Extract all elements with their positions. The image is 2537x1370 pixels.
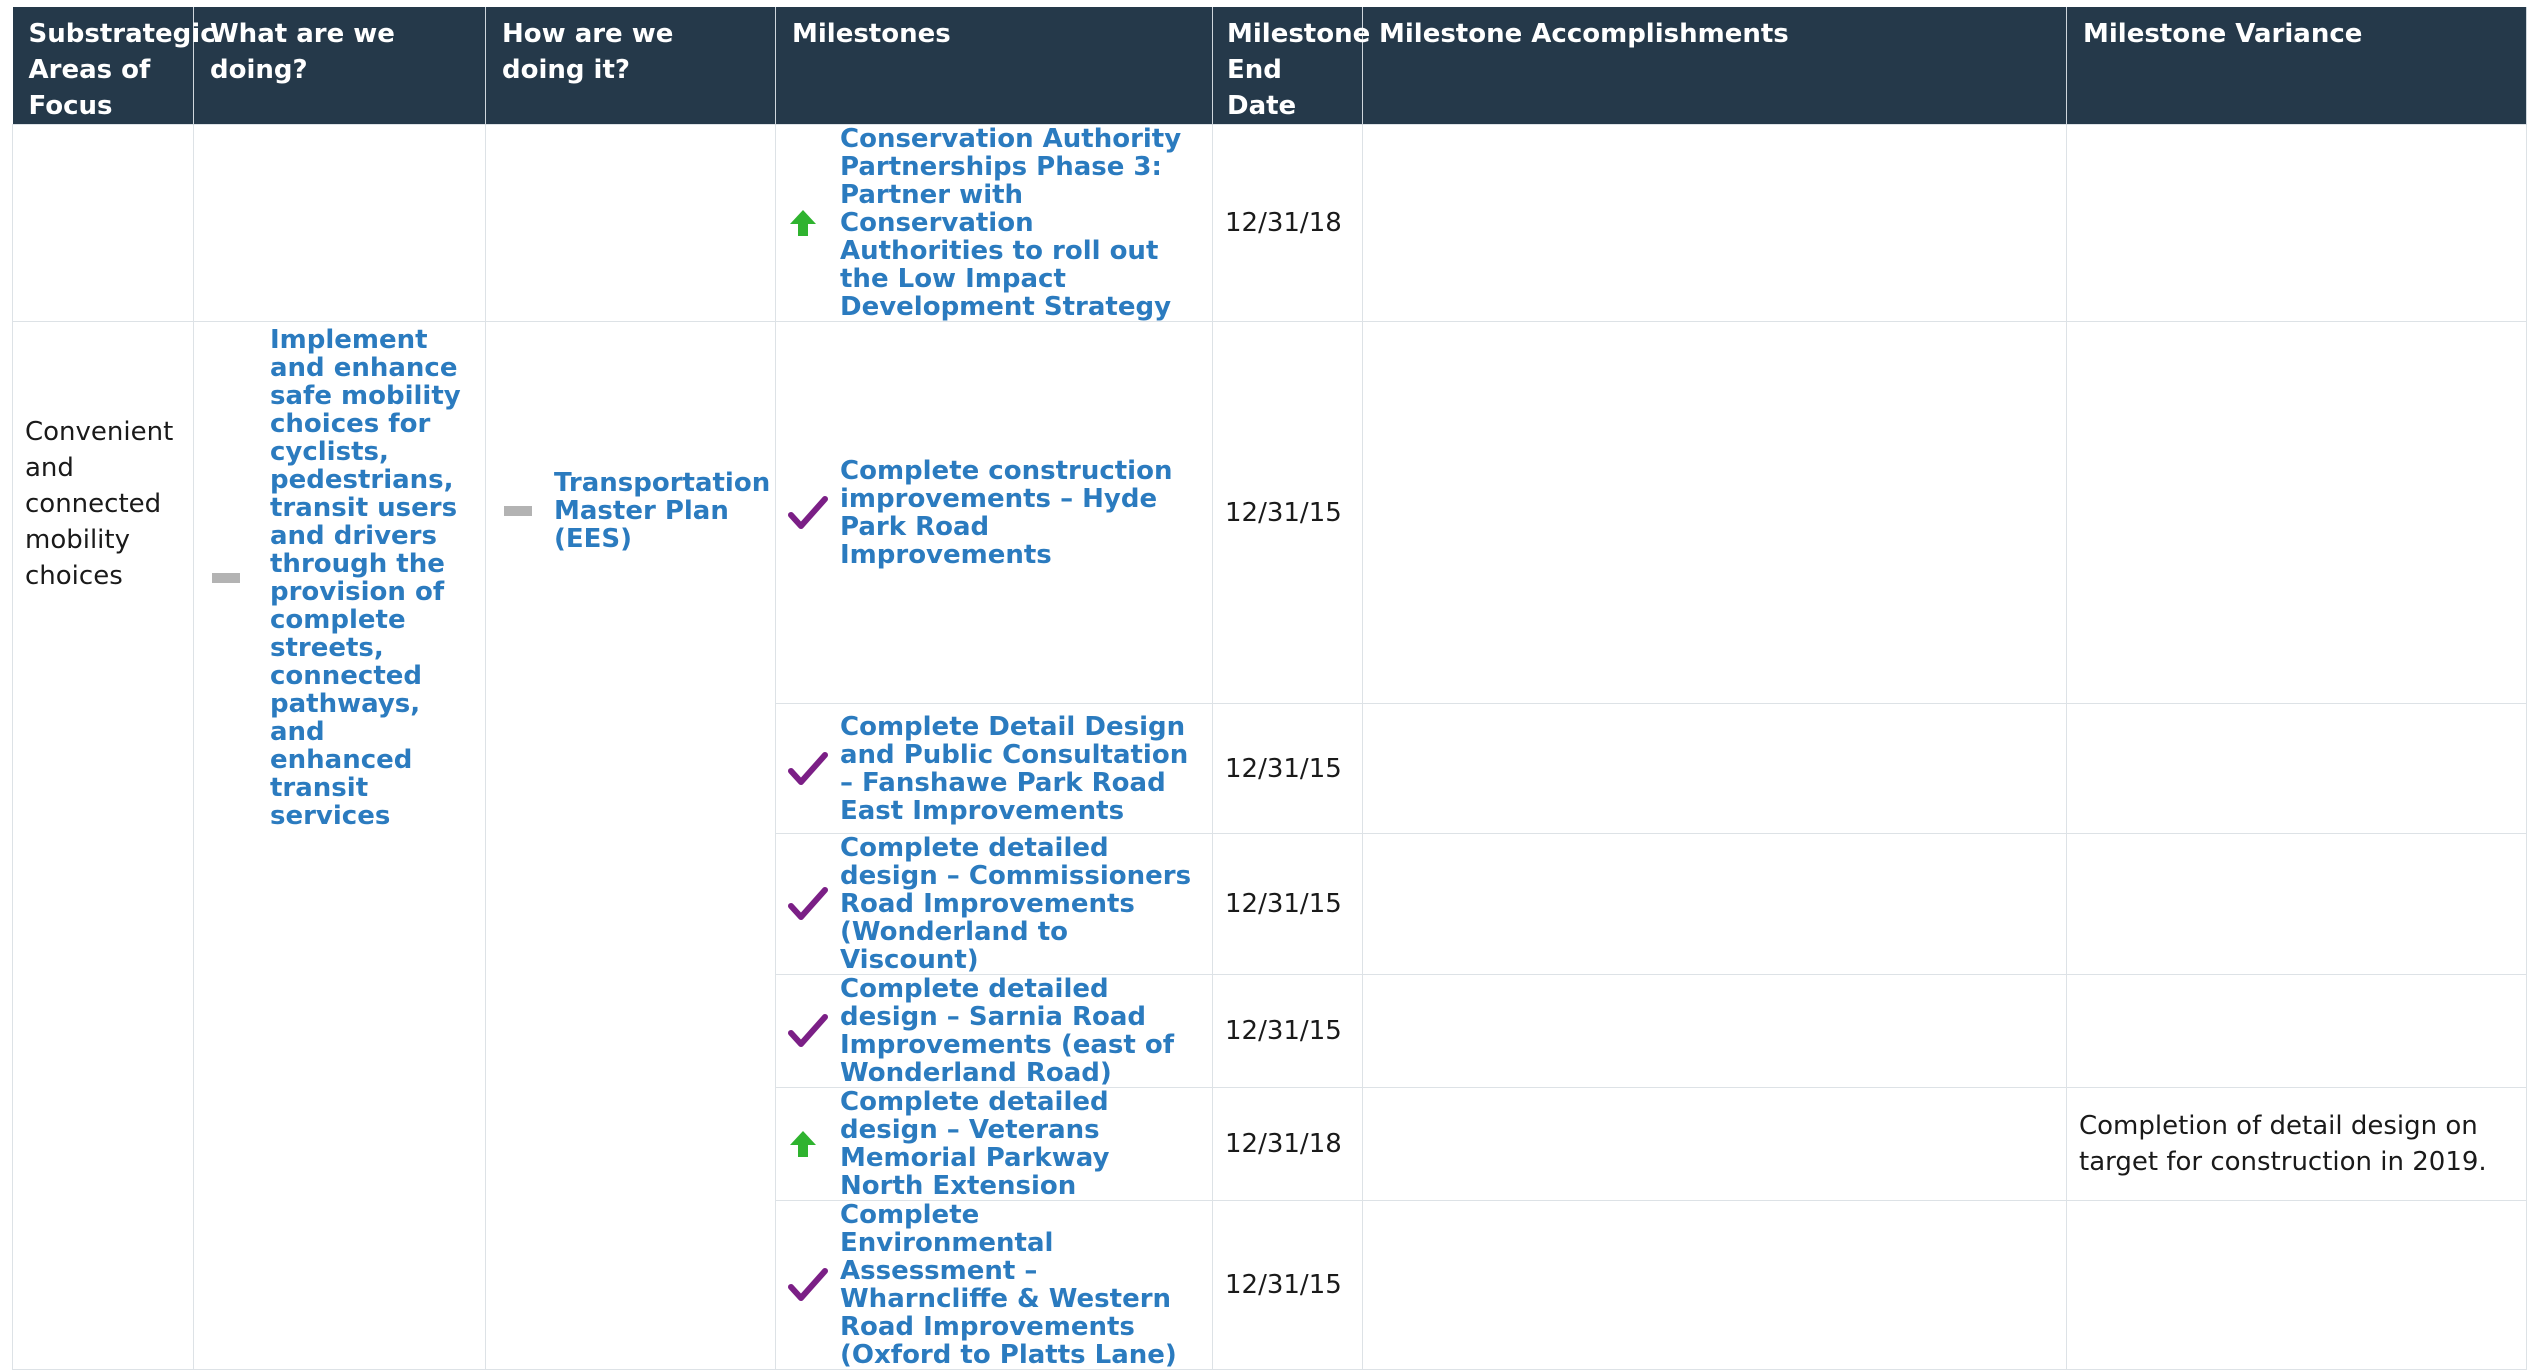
accomplishments-cell [1362,1200,2067,1370]
how-link[interactable]: Transportation Master Plan (EES) [554,469,770,553]
end-date-cell: 12/31/15 [1212,703,1363,834]
milestone-cell: Complete detailed design – Commissioners… [775,833,1213,975]
substrategic-cell-empty [12,124,194,322]
variance-cell [2066,833,2527,975]
table-row: Convenient and connected mobility choice… [12,321,2527,1370]
accomplishments-cell [1362,321,2067,704]
what-link[interactable]: Implement and enhance safe mobility choi… [270,326,473,830]
purple-check-icon [788,887,840,921]
end-date: 12/31/18 [1225,1129,1342,1159]
col-header-how: How are we doing it? [485,7,776,125]
accomplishments-cell [1362,1087,2067,1201]
accomplishments-cell [1362,833,2067,975]
dash-icon [498,506,554,516]
end-date-cell: 12/31/18 [1212,1087,1363,1201]
substrategic-text: Convenient and connected mobility choice… [25,417,174,591]
milestone-link[interactable]: Complete detailed design – Veterans Memo… [840,1088,1200,1200]
col-header-substrategic: Substrategic Areas of Focus [12,7,216,125]
how-cell: Transportation Master Plan (EES) [485,321,776,1370]
milestone-cell: Conservation Authority Partnerships Phas… [775,124,1213,322]
end-date-cell: 12/31/15 [1212,974,1363,1088]
end-date-cell: 12/31/15 [1212,833,1363,975]
accomplishments-cell [1362,703,2067,834]
milestone-link[interactable]: Complete Detail Design and Public Consul… [840,713,1200,825]
what-cell: Implement and enhance safe mobility choi… [193,321,486,1370]
what-cell-empty [193,124,486,322]
milestone-link[interactable]: Conservation Authority Partnerships Phas… [840,125,1200,321]
col-header-what: What are we doing? [193,7,486,125]
variance-cell [2066,703,2527,834]
variance-cell [2066,321,2527,704]
purple-check-icon [788,1268,840,1302]
col-header-milestones: Milestones [775,7,1213,125]
end-date: 12/31/15 [1225,753,1342,784]
end-date: 12/31/15 [1225,889,1342,919]
variance-cell [2066,974,2527,1088]
end-date: 12/31/15 [1225,1270,1342,1300]
milestone-cell: Complete Detail Design and Public Consul… [775,703,1213,834]
accomplishments-cell [1362,974,2067,1088]
green-up-arrow-icon [788,1129,840,1159]
accomplishments-cell [1362,124,2067,322]
purple-check-icon [788,751,840,786]
end-date: 12/31/15 [1225,1016,1342,1046]
variance-cell: Completion of detail design on target fo… [2066,1087,2527,1201]
milestone-cell: Complete Environmental Assessment – Whar… [775,1200,1213,1370]
col-header-variance: Milestone Variance [2066,7,2527,125]
substrategic-cell: Convenient and connected mobility choice… [12,321,194,1370]
header-row: Substrategic Areas of Focus What are we … [12,7,2527,125]
end-date-cell: 12/31/15 [1212,321,1363,704]
dash-icon [206,573,270,583]
milestone-link[interactable]: Complete Environmental Assessment – Whar… [840,1201,1200,1369]
milestone-link[interactable]: Complete construction improvements – Hyd… [840,457,1200,569]
col-header-accomplishments: Milestone Accomplishments [1362,7,2067,125]
milestone-link[interactable]: Complete detailed design – Sarnia Road I… [840,975,1200,1087]
how-cell-empty [485,124,776,322]
milestones-table: Substrategic Areas of Focus What are we … [12,7,2527,1370]
end-date-cell: 12/31/18 [1212,124,1363,322]
milestone-cell: Complete detailed design – Sarnia Road I… [775,974,1213,1088]
col-header-end-date: Milestone End Date [1212,7,1370,125]
variance-text: Completion of detail design on target fo… [2079,1111,2487,1177]
purple-check-icon [788,1014,840,1048]
end-date: 12/31/15 [1225,497,1342,528]
milestone-link[interactable]: Complete detailed design – Commissioners… [840,834,1200,974]
green-up-arrow-icon [788,208,840,238]
milestone-cell: Complete construction improvements – Hyd… [775,321,1213,704]
end-date: 12/31/18 [1225,208,1342,238]
end-date-cell: 12/31/15 [1212,1200,1363,1370]
purple-check-icon [788,495,840,530]
variance-cell [2066,1200,2527,1370]
variance-cell [2066,124,2527,322]
milestone-cell: Complete detailed design – Veterans Memo… [775,1087,1213,1201]
table-row: Conservation Authority Partnerships Phas… [12,124,2527,322]
